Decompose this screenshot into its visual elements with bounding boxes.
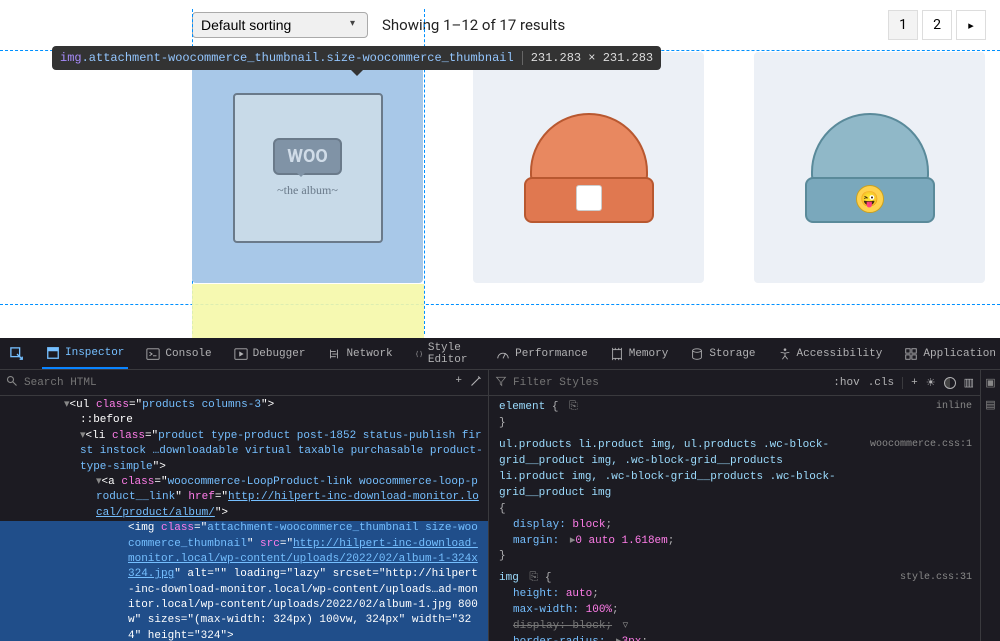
layout-side-tab[interactable]: ▣: [985, 376, 995, 390]
css-rules[interactable]: element { ⎘inline } ul.products li.produ…: [489, 396, 980, 641]
search-html-input[interactable]: [24, 377, 449, 389]
tab-accessibility[interactable]: Accessibility: [774, 338, 887, 369]
element-picker-button[interactable]: [6, 338, 28, 369]
html-tree-panel: + ▾<ul class="products columns-3"> ::bef…: [0, 370, 489, 641]
computed-side-tab[interactable]: ▤: [985, 398, 995, 412]
cls-toggle[interactable]: .cls: [868, 377, 894, 389]
element-hover-tooltip: img.attachment-woocommerce_thumbnail.siz…: [52, 46, 661, 70]
beanie-orange-image: [524, 113, 654, 223]
hov-toggle[interactable]: :hov: [833, 377, 859, 389]
pagination: 1 2 ▸: [888, 10, 986, 40]
tab-memory[interactable]: Memory: [606, 338, 673, 369]
tab-console[interactable]: Console: [142, 338, 215, 369]
tab-storage[interactable]: Storage: [686, 338, 759, 369]
devtools-tabs: Inspector Console Debugger Network Style…: [0, 338, 1000, 370]
light-scheme-icon[interactable]: ☀: [926, 376, 936, 390]
tab-application[interactable]: Application: [900, 338, 1000, 369]
emoji-patch-icon: 😜: [856, 185, 884, 213]
print-media-icon[interactable]: ▥: [964, 376, 974, 390]
devtools-panel: Inspector Console Debugger Network Style…: [0, 338, 1000, 641]
tab-network[interactable]: Network: [323, 338, 396, 369]
tab-inspector[interactable]: Inspector: [42, 338, 128, 369]
shop-topbar: Default sorting ▾ Showing 1–12 of 17 res…: [0, 0, 1000, 50]
beanie-blue-image: 😜: [805, 113, 935, 223]
tab-debugger[interactable]: Debugger: [230, 338, 310, 369]
filter-overridden-icon[interactable]: ▿: [623, 620, 629, 632]
product-beanie-blue[interactable]: 😜: [754, 52, 985, 283]
product-beanie-orange[interactable]: [473, 52, 704, 283]
results-count: Showing 1–12 of 17 results: [382, 16, 565, 34]
album-label: ~the album~: [277, 183, 338, 198]
eyedropper-button[interactable]: [470, 375, 482, 391]
products-area: WOO ~the album~ 😜: [0, 50, 1000, 305]
html-tree[interactable]: ▾<ul class="products columns-3"> ::befor…: [0, 396, 488, 641]
search-icon: [6, 375, 18, 391]
page-2-button[interactable]: 2: [922, 10, 952, 40]
sort-select[interactable]: Default sorting: [192, 12, 368, 38]
album-image: WOO ~the album~: [233, 93, 383, 243]
filter-icon: [495, 375, 507, 391]
dark-scheme-icon[interactable]: [944, 377, 956, 389]
tab-performance[interactable]: Performance: [492, 338, 592, 369]
filter-styles-input[interactable]: [513, 377, 827, 389]
product-album[interactable]: WOO ~the album~: [192, 52, 423, 283]
next-page-button[interactable]: ▸: [956, 10, 986, 40]
styles-side-tabs: ▣ ▤: [980, 370, 1000, 641]
new-rule-button[interactable]: +: [902, 377, 918, 389]
woo-badge: WOO: [273, 138, 342, 175]
styles-panel: :hov .cls + ☀ ▥ element { ⎘inline } ul.: [489, 370, 980, 641]
page-1-button[interactable]: 1: [888, 10, 918, 40]
tab-style-editor[interactable]: Style Editor: [411, 338, 478, 369]
add-node-button[interactable]: +: [455, 375, 462, 391]
